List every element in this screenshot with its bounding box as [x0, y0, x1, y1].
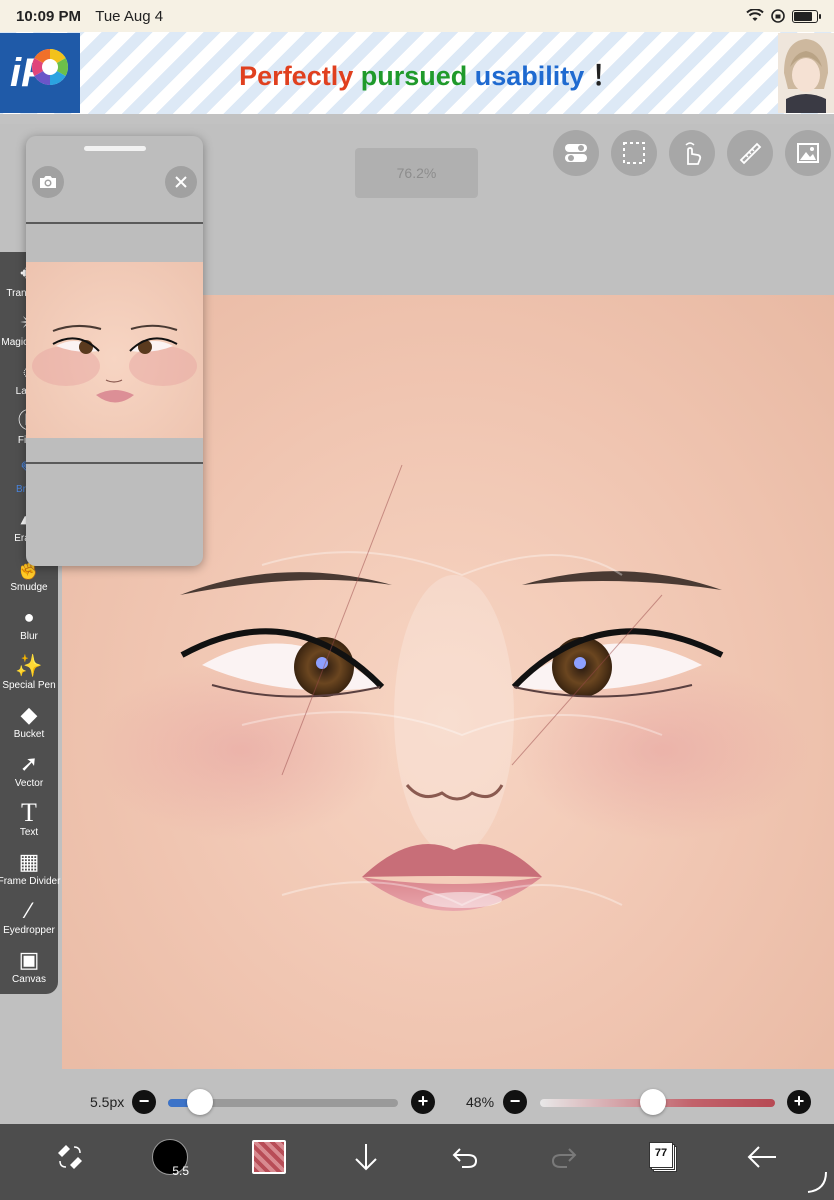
tool-label: Text [19, 827, 39, 838]
navigator-divider-top [26, 222, 203, 224]
blur-icon: ● [23, 607, 35, 627]
tool-label: Bucket [13, 729, 45, 740]
status-date: Tue Aug 4 [95, 7, 164, 25]
image-icon [797, 143, 819, 163]
eyedropper-icon: ⁄ [27, 898, 31, 923]
tool-blur[interactable]: ● Blur [0, 594, 58, 643]
status-icons [746, 8, 821, 24]
text-icon: T [21, 798, 37, 827]
zoom-indicator: 76.2% [355, 148, 478, 198]
frame-divider-icon: ▦ [18, 849, 40, 874]
color-button[interactable] [249, 1134, 289, 1180]
opacity-value: 48% [466, 1094, 495, 1110]
ad-word-2: pursued [360, 60, 468, 91]
brush-eraser-switch-icon [58, 1145, 82, 1169]
vector-icon: ➚ [19, 751, 39, 776]
layers-button[interactable]: 77 [646, 1134, 680, 1180]
ad-character-image [778, 33, 834, 113]
tool-label: Vector [14, 778, 44, 789]
opacity-slider-thumb[interactable] [639, 1089, 666, 1115]
brush-size-badge: 5.5 [172, 1164, 189, 1178]
navigator-divider-bottom [26, 462, 203, 464]
special-pen-icon: ✨ [15, 653, 43, 678]
tool-canvas[interactable]: ▣ Canvas [0, 937, 58, 986]
brush-size-button[interactable]: 5.5 [150, 1134, 190, 1180]
tool-label: Smudge [10, 582, 48, 593]
bottom-toolbar: 5.5 77 [0, 1124, 834, 1200]
close-icon [175, 176, 187, 188]
selection-button[interactable] [611, 130, 657, 176]
color-wheel-icon [31, 48, 69, 86]
bucket-icon: ◆ [20, 702, 38, 727]
thumbnail-artwork [32, 324, 197, 403]
slider-row: 5.5px − + 48% − + [0, 1086, 834, 1118]
tool-text[interactable]: T Text [0, 790, 58, 839]
layers-icon: 77 [649, 1142, 677, 1172]
ad-slogan: Perfectly pursued usability ！ [80, 54, 778, 93]
redo-icon [551, 1148, 577, 1168]
opacity-increase-button[interactable]: + [787, 1090, 811, 1114]
tool-switch-button[interactable] [50, 1134, 90, 1180]
status-left: 10:09 PM Tue Aug 4 [16, 8, 173, 25]
tool-label: Special Pen [2, 680, 56, 691]
corner-resize-icon [807, 1171, 827, 1193]
toggle-button[interactable] [553, 130, 599, 176]
layer-count: 77 [649, 1142, 673, 1168]
ad-word-3: usability [474, 60, 585, 91]
hand-icon [685, 142, 702, 165]
navigator-drag-handle[interactable] [84, 146, 146, 151]
brush-size-decrease-button[interactable]: − [132, 1090, 156, 1114]
status-bar: 10:09 PM Tue Aug 4 [0, 0, 834, 32]
reference-button[interactable] [785, 130, 831, 176]
navigator-panel[interactable] [26, 136, 203, 566]
selection-icon [623, 142, 645, 164]
undo-button[interactable] [448, 1134, 482, 1180]
brush-preview: 5.5 [152, 1139, 189, 1178]
tool-special-pen[interactable]: ✨ Special Pen [0, 643, 58, 692]
redo-button[interactable] [547, 1134, 581, 1180]
navigator-thumbnail[interactable] [26, 262, 203, 438]
battery-icon [792, 9, 821, 23]
orientation-lock-icon [771, 9, 785, 23]
tool-label: Canvas [12, 974, 46, 985]
arrow-left-icon [747, 1146, 776, 1168]
brush-size-increase-button[interactable]: + [411, 1090, 435, 1114]
tool-frame-divider[interactable]: ▦ Frame Divider [0, 839, 61, 888]
back-button[interactable] [744, 1134, 780, 1180]
wifi-icon [746, 9, 764, 21]
tool-eyedropper[interactable]: ⁄ Eyedropper [0, 888, 58, 937]
ad-word-4: ！ [591, 60, 619, 91]
download-button[interactable] [350, 1134, 382, 1180]
ad-word-1: Perfectly [239, 60, 354, 91]
ibispaint-logo: iP [0, 33, 80, 113]
camera-button[interactable] [32, 166, 64, 198]
arrow-down-icon [355, 1144, 377, 1171]
tool-vector[interactable]: ➚ Vector [0, 741, 58, 790]
tool-label: Frame Divider [0, 876, 61, 887]
opacity-decrease-button[interactable]: − [503, 1090, 527, 1114]
brush-size-slider-thumb[interactable] [187, 1089, 214, 1115]
gesture-button[interactable] [669, 130, 715, 176]
close-navigator-button[interactable] [165, 166, 197, 198]
camera-icon [40, 176, 56, 188]
toggle-icon [565, 144, 587, 162]
ad-banner[interactable]: iP Perfectly pursued usability ！ [0, 32, 834, 114]
ruler-button[interactable] [727, 130, 773, 176]
undo-icon [452, 1148, 478, 1168]
ruler-icon [739, 142, 762, 165]
color-swatch [252, 1140, 286, 1174]
top-right-tools [553, 130, 831, 176]
tool-label: Blur [20, 631, 38, 642]
tool-bucket[interactable]: ◆ Bucket [0, 692, 58, 741]
tool-label: Eyedropper [3, 925, 55, 936]
brush-size-value: 5.5px [90, 1094, 125, 1110]
status-time: 10:09 PM [16, 7, 82, 25]
canvas-icon: ▣ [18, 947, 40, 972]
